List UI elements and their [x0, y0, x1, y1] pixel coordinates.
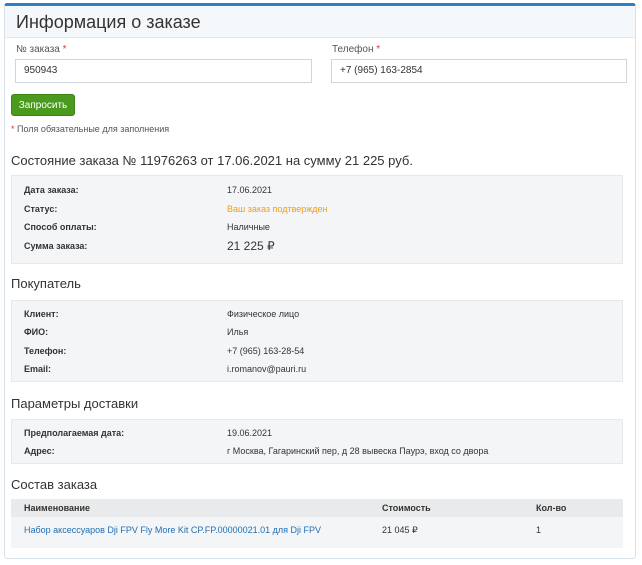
header-qty: Кол-во: [536, 503, 567, 513]
order-number-input[interactable]: 950943: [15, 59, 312, 83]
delivery-panel: Предполагаемая дата: 19.06.2021 Адрес: г…: [11, 419, 623, 464]
status-key: Статус:: [24, 204, 58, 214]
required-mark: *: [62, 44, 67, 55]
product-qty: 1: [536, 525, 542, 535]
buyer-panel: Клиент: Физическое лицо ФИО: Илья Телефо…: [11, 300, 623, 382]
fio-value: Илья: [227, 327, 249, 337]
fio-row: ФИО: Илья: [12, 323, 622, 341]
status-value: Ваш заказ подтвержден: [227, 204, 328, 214]
order-info-card: Информация о заказе: [4, 3, 636, 559]
header-price: Стоимость: [382, 503, 431, 513]
required-note-text: Поля обязательные для заполнения: [17, 124, 170, 134]
client-value: Физическое лицо: [227, 309, 300, 319]
order-date-row: Дата заказа: 17.06.2021: [12, 181, 622, 199]
buyer-phone-key: Телефон:: [24, 346, 67, 356]
buyer-title: Покупатель: [11, 276, 81, 291]
delivery-date-key: Предполагаемая дата:: [24, 428, 125, 438]
header-name: Наименование: [24, 503, 91, 513]
request-button[interactable]: Запросить: [11, 94, 75, 116]
email-value: i.romanov@pauri.ru: [227, 364, 307, 374]
delivery-date-value: 19.06.2021: [227, 428, 273, 438]
total-key: Сумма заказа:: [24, 241, 88, 251]
email-row: Email: i.romanov@pauri.ru: [12, 360, 622, 378]
page-title: Информация о заказе: [16, 12, 201, 32]
phone-label: Телефон *: [332, 44, 380, 55]
phone-label-text: Телефон: [332, 44, 374, 55]
fio-key: ФИО:: [24, 327, 49, 337]
address-row: Адрес: г Москва, Гагаринский пер, д 28 в…: [12, 442, 622, 460]
required-note: * Поля обязательные для заполнения: [11, 124, 169, 134]
order-status-panel: Дата заказа: 17.06.2021 Статус: Ваш зака…: [11, 175, 623, 264]
buyer-phone-value: +7 (965) 163-28-54: [227, 346, 305, 356]
delivery-date-row: Предполагаемая дата: 19.06.2021: [12, 424, 622, 442]
order-date-key: Дата заказа:: [24, 185, 79, 195]
order-date-value: 17.06.2021: [227, 185, 273, 195]
phone-input[interactable]: +7 (965) 163-2854: [331, 59, 627, 83]
address-key: Адрес:: [24, 446, 55, 456]
client-row: Клиент: Физическое лицо: [12, 305, 622, 323]
table-header: Наименование Стоимость Кол-во: [11, 499, 623, 517]
address-value: г Москва, Гагаринский пер, д 28 вывеска …: [227, 446, 489, 456]
buyer-phone-row: Телефон: +7 (965) 163-28-54: [12, 342, 622, 360]
payment-row: Способ оплаты: Наличные: [12, 218, 622, 236]
composition-table: Наименование Стоимость Кол-во Набор аксе…: [11, 499, 623, 548]
status-row: Статус: Ваш заказ подтвержден: [12, 200, 622, 218]
payment-value: Наличные: [227, 222, 270, 232]
order-number-label: № заказа *: [16, 44, 67, 55]
total-value: 21 225 ₽: [227, 239, 275, 253]
product-link[interactable]: Набор аксессуаров Dji FPV Fly More Kit C…: [24, 523, 321, 537]
product-price: 21 045 ₽: [382, 525, 418, 535]
composition-title: Состав заказа: [11, 477, 98, 492]
email-key: Email:: [24, 364, 52, 374]
delivery-title: Параметры доставки: [11, 396, 139, 411]
required-note-mark: *: [11, 124, 15, 134]
total-row: Сумма заказа: 21 225 ₽: [12, 237, 622, 255]
required-mark: *: [376, 44, 381, 55]
client-key: Клиент:: [24, 309, 59, 319]
card-header: Информация о заказе: [5, 6, 635, 38]
payment-key: Способ оплаты:: [24, 222, 97, 232]
order-number-label-text: № заказа: [16, 44, 60, 55]
order-status-title: Состояние заказа № 11976263 от 17.06.202…: [11, 153, 413, 168]
